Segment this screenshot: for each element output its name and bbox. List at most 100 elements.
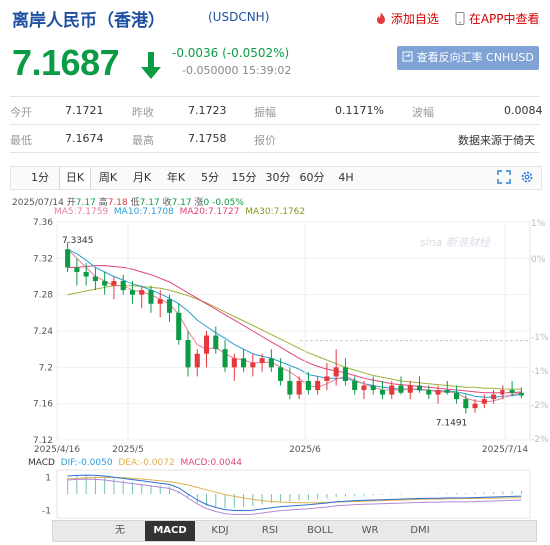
candle-33 <box>370 385 376 391</box>
tab-3[interactable]: 月K <box>127 167 157 189</box>
candlestick-chart[interactable]: 7.367.327.287.247.27.167.121%0%-1%-1%-2%… <box>0 218 550 458</box>
max-annotation: 7.3345 <box>62 236 94 246</box>
pct-tick-0: 1% <box>531 219 546 229</box>
ma10-value: 7.1708 <box>142 207 174 217</box>
pct-tick-3: -1% <box>531 367 549 377</box>
swap-icon <box>402 47 413 62</box>
phone-icon <box>455 12 465 25</box>
add-watchlist-button[interactable]: 添加自选 <box>375 10 439 27</box>
tab-1[interactable]: 日K <box>59 167 91 189</box>
candle-0 <box>65 249 71 268</box>
candle-44 <box>472 403 478 409</box>
reverse-rate-button[interactable]: 查看反向汇率 CNHUSD <box>397 46 539 70</box>
candle-8 <box>139 290 145 295</box>
tab-5[interactable]: 5分 <box>195 167 225 189</box>
candle-23 <box>278 367 284 381</box>
tab-2[interactable]: 周K <box>93 167 123 189</box>
candle-45 <box>481 399 487 404</box>
tab-0[interactable]: 1分 <box>25 167 55 189</box>
macd-frame <box>56 469 531 519</box>
reverse-rate-label: 查看反向汇率 CNHUSD <box>416 51 534 64</box>
candle-41 <box>444 390 450 393</box>
ma5-value: 7.1759 <box>76 207 109 217</box>
pct-tick-1: 0% <box>531 255 546 265</box>
candle-32 <box>361 385 367 391</box>
indicator-tab-1[interactable]: MACD <box>145 521 195 541</box>
candle-22 <box>268 358 274 368</box>
candle-15 <box>203 335 210 354</box>
tab-4[interactable]: 年K <box>161 167 191 189</box>
indicator-tab-4[interactable]: BOLL <box>295 521 345 541</box>
wave-value: 0.0084 <box>504 104 543 117</box>
indicator-tab-3[interactable]: RSI <box>245 521 295 541</box>
candle-26 <box>305 380 311 391</box>
candle-18 <box>231 358 237 368</box>
x-label-2: 2025/6 <box>289 445 321 455</box>
y-tick-0: 7.36 <box>33 218 53 228</box>
candle-35 <box>389 385 395 395</box>
tab-8[interactable]: 60分 <box>297 167 327 189</box>
stats-table: 今开 7.1721 昨收 7.1723 振幅 0.1171% 波幅 0.0084… <box>10 96 543 153</box>
fullscreen-icon[interactable] <box>497 169 511 188</box>
data-source: 数据来源于倚天 <box>458 134 535 147</box>
stats-row-2: 最低 7.1674 最高 7.1758 报价 数据来源于倚天 <box>10 125 540 153</box>
candle-31 <box>352 380 358 391</box>
ma30-value: 7.1762 <box>273 207 306 217</box>
quote-time: 15:39:02 <box>241 64 292 77</box>
indicator-tab-6[interactable]: DMI <box>395 521 445 541</box>
candle-14 <box>194 353 200 368</box>
amplitude-label: 振幅 <box>254 106 276 119</box>
dif-value: -0.0050 <box>77 458 113 468</box>
candle-30 <box>342 367 348 381</box>
candle-3 <box>92 276 98 282</box>
candle-29 <box>333 367 339 377</box>
candle-34 <box>379 390 386 395</box>
candle-36 <box>398 385 404 393</box>
ma30-label: MA30: <box>245 207 274 217</box>
high-label: 最高 <box>132 134 154 147</box>
tab-7[interactable]: 30分 <box>263 167 293 189</box>
y-tick-2: 7.28 <box>33 291 53 301</box>
page-title: 离岸人民币（香港） <box>12 11 165 31</box>
period-tabs: 1分 日K 周K 月K 年K 5分 15分 30分 60分 4H <box>10 166 542 190</box>
min-annotation: 7.1491 <box>436 419 468 429</box>
indicator-tabs: 无 MACD KDJ RSI BOLL WR DMI <box>52 520 537 542</box>
candle-1 <box>74 267 80 272</box>
indicator-tab-0[interactable]: 无 <box>95 521 145 541</box>
dea-label: DEA: <box>118 458 140 468</box>
pct-tick-4: -2% <box>531 401 549 411</box>
candle-49 <box>518 392 524 396</box>
candle-10 <box>157 299 163 304</box>
header: 离岸人民币（香港） (USDCNH) 添加自选 在APP中查看 <box>0 0 550 36</box>
macd-tick-0: 1 <box>45 474 51 484</box>
current-price: 7.1687 <box>12 42 120 83</box>
candle-6 <box>120 281 126 291</box>
indicator-tab-5[interactable]: WR <box>345 521 395 541</box>
amplitude-value: 0.1171% <box>335 104 384 117</box>
app-view-button[interactable]: 在APP中查看 <box>455 10 540 27</box>
macd-label: MACD <box>28 458 55 468</box>
prev-close-value: 7.1723 <box>188 104 227 117</box>
ma10-label: MA10: <box>113 207 143 217</box>
macd-value-label: MACD: <box>180 458 211 468</box>
macd-tick-1: -1 <box>42 507 51 517</box>
candle-5 <box>111 281 117 286</box>
tab-6[interactable]: 15分 <box>229 167 259 189</box>
indicator-tab-2[interactable]: KDJ <box>195 521 245 541</box>
ma-info-line: MA5:7.1759 MA10:7.1708 MA20:7.1727 MA30:… <box>54 207 305 217</box>
pct-tick-5: -2% <box>531 435 549 445</box>
macd-chart[interactable]: 1 -1 <box>0 468 550 520</box>
settings-icon[interactable] <box>520 169 534 188</box>
symbol-code: (USDCNH) <box>208 10 270 24</box>
candle-46 <box>491 394 497 400</box>
pct-tick-2: -1% <box>531 333 549 343</box>
candle-27 <box>315 380 321 391</box>
x-label-1: 2025/5 <box>112 445 144 455</box>
sub-change: -0.050000 <box>182 64 239 77</box>
candle-16 <box>213 335 219 350</box>
candle-12 <box>176 312 182 341</box>
open-value: 7.1721 <box>65 104 104 117</box>
candle-42 <box>454 392 460 400</box>
tab-9[interactable]: 4H <box>331 167 361 189</box>
fire-icon <box>375 12 387 24</box>
